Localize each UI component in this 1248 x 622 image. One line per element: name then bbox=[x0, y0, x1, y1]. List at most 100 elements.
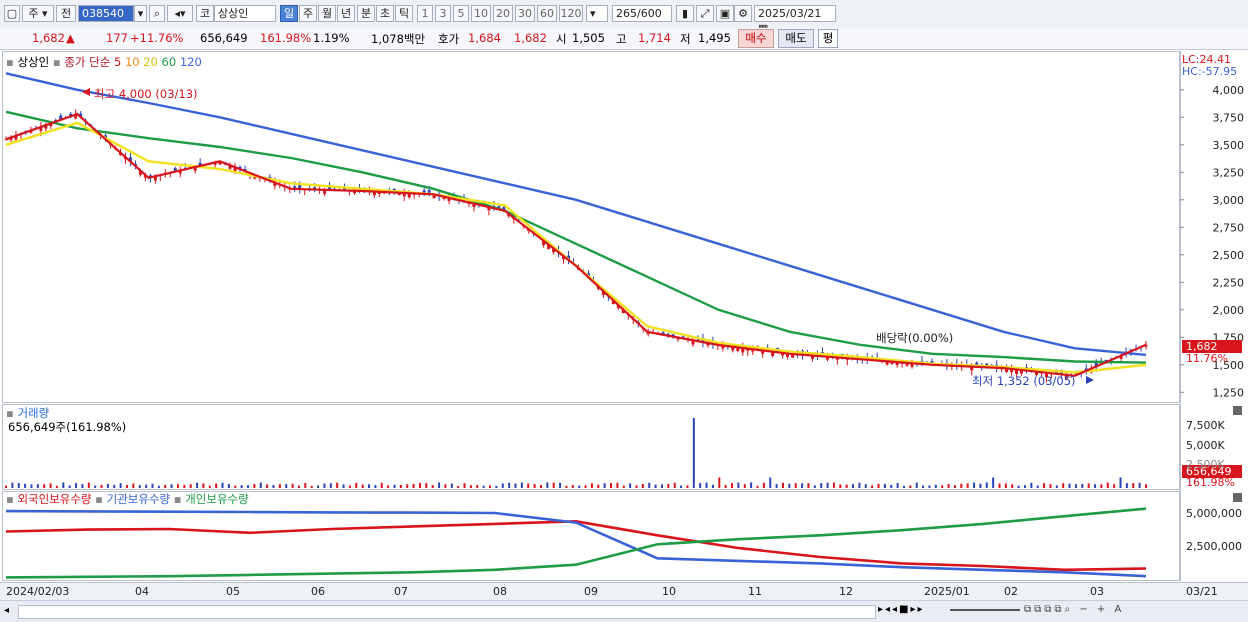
volume-bar bbox=[832, 482, 835, 488]
volume-bar bbox=[699, 483, 702, 488]
legend-foreign[interactable]: 외국인보유수량 bbox=[17, 492, 91, 506]
volume-bar bbox=[686, 485, 689, 488]
volume-bar bbox=[985, 482, 988, 488]
volume-bar bbox=[871, 485, 874, 488]
volume-bar bbox=[1043, 483, 1046, 488]
volume-bar bbox=[527, 483, 530, 488]
legend-ma-5: 5 bbox=[113, 55, 122, 69]
volume-bar bbox=[412, 483, 415, 488]
volume-bar bbox=[820, 483, 823, 488]
volume-bar bbox=[1132, 483, 1135, 488]
legend-stock-name[interactable]: 상상인 bbox=[17, 55, 49, 69]
volume-bar bbox=[272, 485, 275, 488]
volume-bar bbox=[476, 485, 479, 488]
legend-ma-10: 10 bbox=[124, 55, 140, 69]
nav-buttons-icon[interactable]: ▸◂◂■▸▸ bbox=[878, 604, 958, 618]
legend-institution[interactable]: 기관보유수량 bbox=[107, 492, 170, 506]
scroll-track[interactable] bbox=[18, 605, 876, 619]
x-label: 02 bbox=[1004, 585, 1018, 598]
volume-bar bbox=[297, 485, 300, 488]
max-arrow-icon bbox=[82, 88, 90, 96]
volume-bar bbox=[202, 483, 205, 488]
volume-title[interactable]: 거래량 bbox=[17, 406, 49, 420]
volume-bar bbox=[17, 483, 20, 488]
volume-bar bbox=[348, 485, 351, 488]
volume-bar bbox=[170, 484, 173, 488]
volume-bar bbox=[660, 484, 663, 488]
volume-bar bbox=[826, 482, 829, 488]
volume-bar bbox=[775, 484, 778, 488]
square-icon: ▪ bbox=[6, 406, 14, 420]
holdings-line bbox=[5, 519, 1147, 572]
volume-bar bbox=[145, 484, 148, 488]
volume-bar bbox=[654, 484, 657, 488]
volume-bar bbox=[756, 485, 759, 488]
volume-bar bbox=[680, 485, 683, 488]
volume-bar bbox=[979, 483, 982, 488]
volume-bar bbox=[55, 485, 58, 488]
volume-bar bbox=[113, 484, 116, 488]
volume-bar bbox=[922, 485, 925, 488]
volume-bar bbox=[431, 485, 434, 488]
volume-bar bbox=[909, 485, 912, 488]
volume-bar bbox=[30, 484, 33, 488]
x-label: 10 bbox=[662, 585, 676, 598]
volume-bar bbox=[610, 483, 613, 488]
volume-bar bbox=[368, 484, 371, 488]
volume-bar bbox=[253, 484, 256, 488]
volume-bar bbox=[711, 484, 714, 488]
legend-ma-label[interactable]: 종가 단순 bbox=[64, 55, 110, 69]
x-label: 11 bbox=[748, 585, 762, 598]
volume-bar bbox=[438, 482, 441, 488]
volume-bar bbox=[629, 483, 632, 488]
price-legend: ▪ 상상인 ▪ 종가 단순 5 10 20 60 120 bbox=[6, 54, 202, 70]
volume-bar bbox=[973, 482, 976, 488]
volume-bar bbox=[310, 485, 313, 488]
volume-bar bbox=[208, 485, 211, 488]
volume-bar bbox=[622, 485, 625, 488]
volume-bar bbox=[641, 484, 644, 488]
volume-bar bbox=[1068, 483, 1071, 488]
volume-bar bbox=[533, 484, 536, 488]
volume-bar bbox=[227, 484, 230, 488]
legend-individual[interactable]: 개인보유수량 bbox=[185, 492, 248, 506]
volume-bar bbox=[737, 482, 740, 488]
price-tick-label: 2,250 bbox=[1213, 276, 1245, 289]
volume-bar bbox=[221, 482, 224, 488]
volume-bar bbox=[514, 483, 517, 488]
volume-bar bbox=[915, 482, 918, 488]
volume-bar bbox=[450, 483, 453, 488]
volume-bar bbox=[463, 483, 466, 488]
volume-bar bbox=[1119, 477, 1122, 488]
tool-icons[interactable]: ⧉⧉⧉⧉⌕ − + A bbox=[1024, 604, 1224, 618]
volume-bar bbox=[552, 482, 555, 488]
volume-bar bbox=[418, 482, 421, 488]
volume-bar bbox=[597, 484, 600, 488]
volume-bar bbox=[603, 483, 606, 488]
volume-bar bbox=[1087, 483, 1090, 488]
close-icon[interactable] bbox=[1233, 406, 1242, 415]
zoom-slider[interactable] bbox=[950, 609, 1020, 611]
volume-bar bbox=[126, 485, 129, 488]
close-icon[interactable] bbox=[1233, 493, 1242, 502]
volume-bar bbox=[43, 484, 46, 488]
volume-bar bbox=[457, 485, 460, 488]
volume-bar bbox=[100, 484, 103, 488]
volume-bar bbox=[393, 484, 396, 488]
price-tick-label: 2,000 bbox=[1213, 304, 1245, 317]
volume-bar bbox=[1100, 484, 1103, 488]
volume-bar bbox=[731, 483, 734, 488]
scroll-left-icon[interactable]: ◂ bbox=[4, 605, 14, 617]
min-price-label: 최저 1,352 (03/05) bbox=[972, 374, 1076, 388]
x-label: 12 bbox=[839, 585, 853, 598]
volume-bar bbox=[489, 485, 492, 488]
square-icon: ▪ bbox=[6, 492, 14, 506]
price-tick-label: 3,750 bbox=[1213, 111, 1245, 124]
volume-bar bbox=[1113, 484, 1116, 488]
volume-bar bbox=[157, 485, 160, 488]
price-tick-label: 3,500 bbox=[1213, 139, 1245, 152]
price-tick-label: 2,750 bbox=[1213, 221, 1245, 234]
square-icon: ▪ bbox=[173, 492, 182, 506]
volume-bar bbox=[578, 485, 581, 488]
price-tick-label: 2,500 bbox=[1213, 249, 1245, 262]
